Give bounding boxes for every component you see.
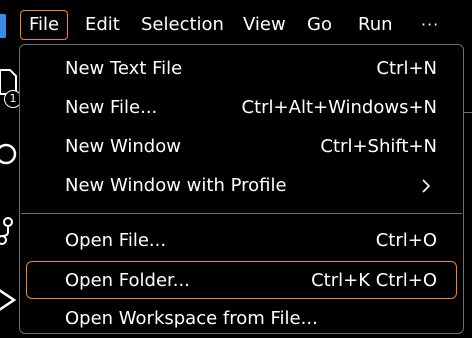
menu-separator — [21, 213, 462, 214]
menu-file[interactable]: File — [20, 10, 69, 40]
menu-go[interactable]: Go — [299, 10, 340, 40]
menu-item-shortcut: Ctrl+K Ctrl+O — [311, 270, 437, 291]
menu-item-label: Open Folder... — [65, 270, 190, 291]
source-control-icon[interactable] — [0, 214, 20, 248]
menu-edit[interactable]: Edit — [77, 10, 128, 40]
file-menu-dropdown: New Text File Ctrl+N New File... Ctrl+Al… — [19, 44, 464, 334]
menu-view[interactable]: View — [235, 10, 294, 40]
menu-item-label: New Text File — [65, 58, 183, 79]
menu-item-new-window-with-profile[interactable]: New Window with Profile — [26, 167, 457, 205]
menu-run[interactable]: Run — [350, 10, 401, 40]
run-debug-icon[interactable] — [0, 284, 20, 314]
more-menus-button[interactable]: ··· — [413, 10, 447, 40]
menu-item-open-folder[interactable]: Open Folder... Ctrl+K Ctrl+O — [26, 261, 457, 299]
menu-item-shortcut: Ctrl+Alt+Windows+N — [241, 97, 437, 118]
activity-bar: 1 — [0, 52, 22, 314]
menu-item-label: Open Workspace from File... — [65, 308, 318, 329]
menu-item-shortcut: Ctrl+N — [376, 58, 437, 79]
menu-item-shortcut: Ctrl+O — [375, 230, 437, 251]
search-icon[interactable] — [0, 142, 20, 168]
menu-item-label: New Window with Profile — [65, 175, 287, 196]
menu-item-label: New Window — [65, 136, 181, 157]
menu-item-new-window[interactable]: New Window Ctrl+Shift+N — [26, 128, 457, 166]
menu-item-open-file[interactable]: Open File... Ctrl+O — [26, 222, 457, 260]
menu-item-shortcut: Ctrl+Shift+N — [320, 136, 437, 157]
menu-item-label: New File... — [65, 97, 158, 118]
menu-item-new-file[interactable]: New File... Ctrl+Alt+Windows+N — [26, 89, 457, 127]
app-logo-icon — [0, 14, 6, 38]
chevron-right-icon — [422, 179, 431, 193]
menu-item-new-text-file[interactable]: New Text File Ctrl+N — [26, 50, 457, 88]
menu-item-label: Open File... — [65, 230, 167, 251]
menu-selection[interactable]: Selection — [133, 10, 232, 40]
menu-item-open-workspace-from-file[interactable]: Open Workspace from File... — [26, 300, 457, 338]
